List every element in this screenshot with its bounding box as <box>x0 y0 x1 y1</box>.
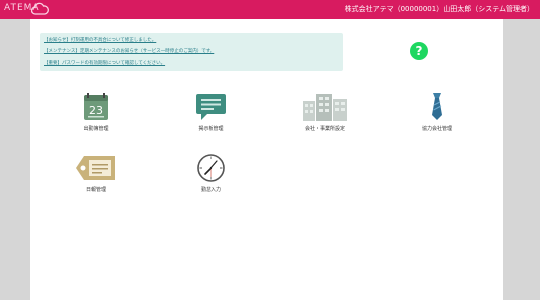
notice-link-2[interactable]: 【メンテナンス】定期メンテナンスのお知らせ（サービス一時停止のご案内）です。 <box>44 48 214 54</box>
menu-tile-partner-companies[interactable]: 協力会社管理 <box>397 93 477 149</box>
tile-label: 出勤簿管理 <box>83 126 109 132</box>
menu-tile-company-settings[interactable]: 会社・事業所設定 <box>285 93 365 149</box>
help-button[interactable]: ? <box>410 42 428 60</box>
menu-tile-daily-report[interactable]: 日報管理 <box>56 154 136 210</box>
cloud-logo-icon <box>31 2 49 15</box>
notice-box: 【お知らせ】打刻運用の不具合について修正しました。 【メンテナンス】定期メンテナ… <box>40 33 343 71</box>
menu-tile-bulletin-board[interactable]: 掲示板管理 <box>171 93 251 149</box>
user-info: 株式会社アテマ（00000001）山田太郎（システム管理者） <box>344 5 534 13</box>
name-tag-icon <box>76 156 115 180</box>
tile-label: 勤怠入力 <box>200 187 221 193</box>
tile-label: 会社・事業所設定 <box>304 126 345 132</box>
clock-icon <box>197 154 225 182</box>
necktie-icon <box>432 93 442 120</box>
calendar-day: 23 <box>89 104 103 117</box>
menu-tile-time-entry[interactable]: 勤怠入力 <box>171 154 251 210</box>
top-bar: ATEMA 株式会社アテマ（00000001）山田太郎（システム管理者） <box>0 0 540 19</box>
office-buildings-icon <box>303 94 347 121</box>
tile-label: 協力会社管理 <box>421 126 452 132</box>
tile-label: 日報管理 <box>85 187 106 193</box>
notice-link-1[interactable]: 【お知らせ】打刻運用の不具合について修正しました。 <box>44 37 156 43</box>
menu-tile-attendance-book[interactable]: 23 出勤簿管理 <box>56 93 136 149</box>
chat-bubble-icon <box>196 94 226 120</box>
calendar-icon: 23 <box>84 93 108 120</box>
tile-label: 掲示板管理 <box>198 126 224 132</box>
notice-link-3[interactable]: 【重要】パスワードの有効期限について確認してください。 <box>44 60 165 66</box>
